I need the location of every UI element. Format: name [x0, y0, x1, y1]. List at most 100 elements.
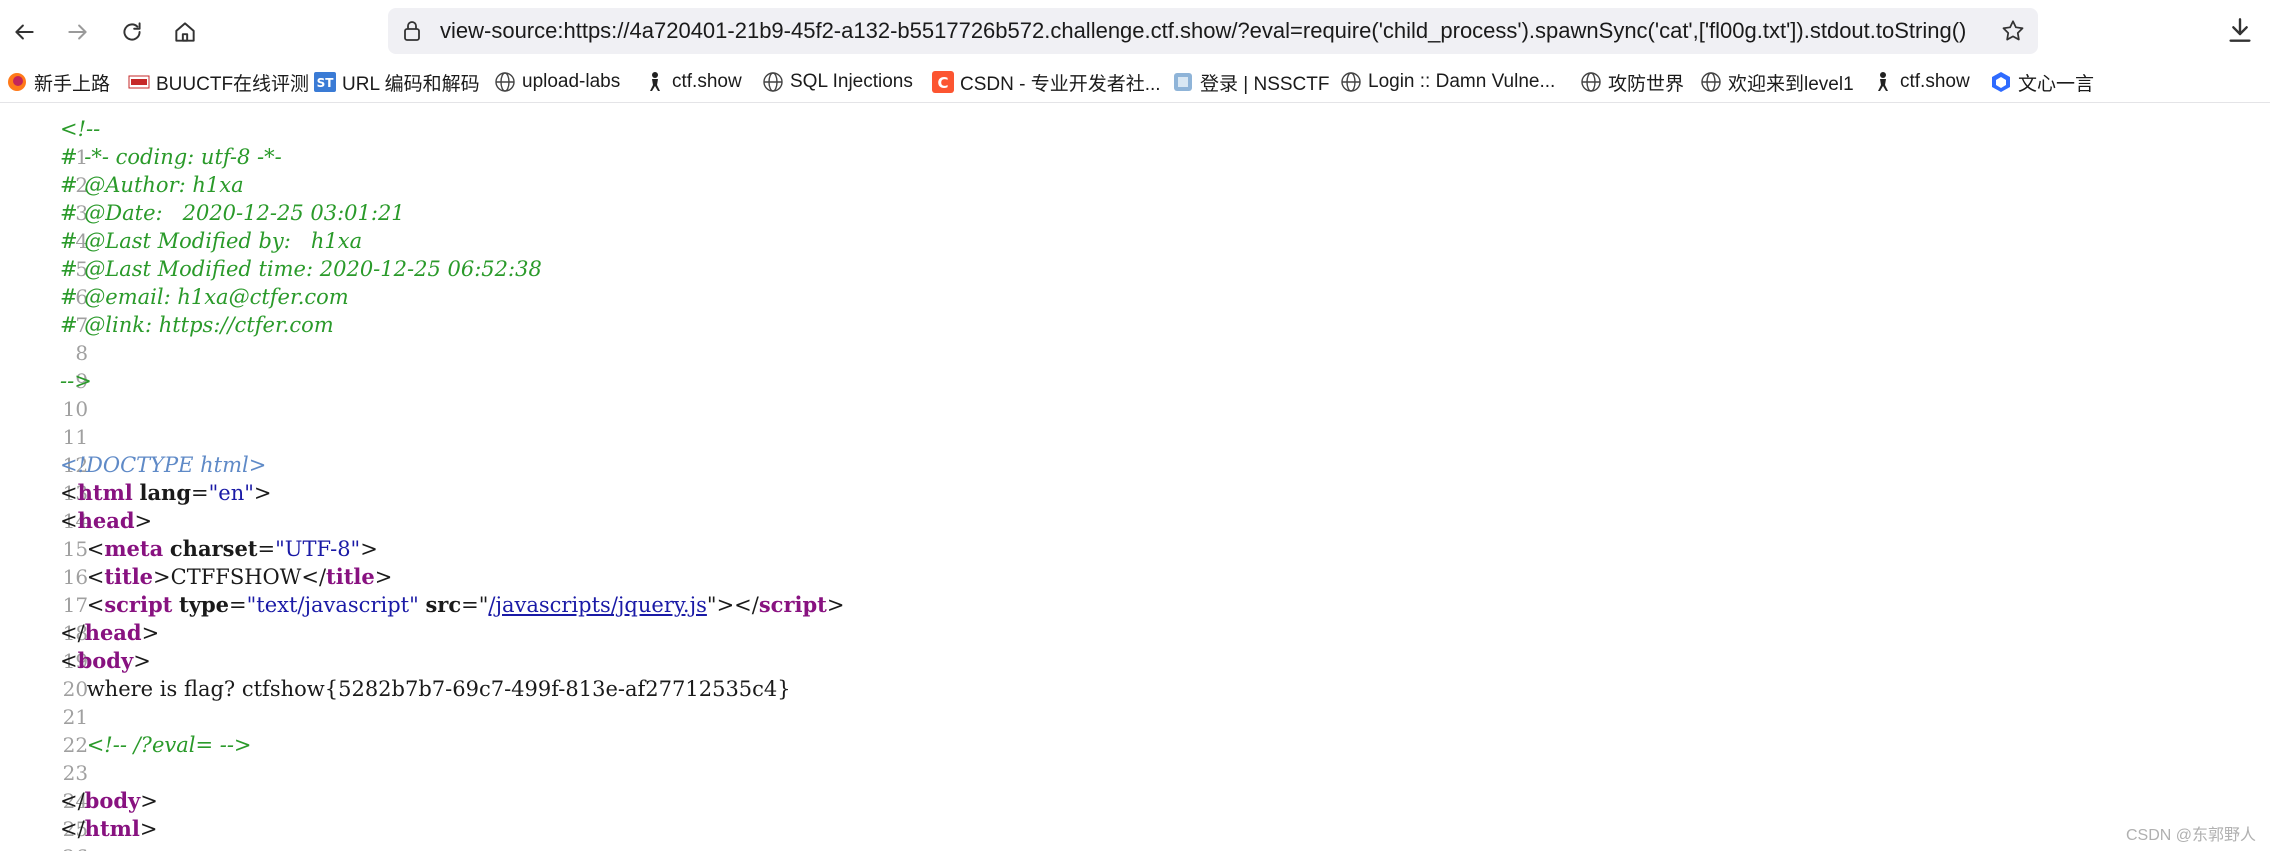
bookmark-item[interactable]: ctf.show — [1872, 62, 1970, 102]
bookmark-item[interactable]: 登录 | NSSCTF — [1172, 62, 1330, 102]
csdn-icon: C — [932, 71, 954, 93]
source-line: 6 # @Last Modified time: 2020-12-25 06:52… — [0, 255, 542, 309]
tag-name: head — [77, 508, 135, 533]
bookmark-item[interactable]: SQL Injections — [762, 62, 913, 102]
tag-name: script — [104, 592, 173, 617]
doctype-text: <!DOCTYPE html> — [60, 453, 267, 477]
tag-name: html — [84, 816, 140, 841]
source-line: 1 <!-- — [0, 115, 100, 169]
source-line: 7 # @email: h1xa@ctfer.com — [0, 283, 349, 337]
bookmark-label: URL 编码和解码 — [342, 73, 480, 95]
source-line: 26</html> — [0, 815, 157, 851]
bookmark-label: 欢迎来到level1 — [1728, 73, 1854, 95]
tag-name: script — [758, 592, 827, 617]
tag-name: title — [326, 564, 375, 589]
source-line: 24 — [0, 759, 88, 813]
comment-text: # @Last Modified time: 2020-12-25 06:52:… — [60, 257, 542, 281]
bookmark-item[interactable]: 欢迎来到level1 — [1700, 62, 1854, 102]
source-line: 8 # @link: https://ctfer.com — [0, 311, 334, 365]
flag-text: where is flag? ctfshow{5282b7b7-69c7-499… — [86, 677, 791, 701]
bookmark-star-icon[interactable] — [2000, 18, 2026, 44]
source-line: 25 </body> — [0, 787, 158, 841]
comment-text: # @Last Modified by: h1xa — [60, 229, 363, 253]
source-line: 5 # @Last Modified by: h1xa — [0, 227, 362, 281]
wenxin-icon — [1990, 71, 2012, 93]
script-src-link[interactable]: /javascripts/jquery.js — [488, 593, 707, 617]
ctfshow-icon — [644, 71, 666, 93]
attr-value: "UTF-8" — [275, 537, 361, 561]
source-line: 3 # @Author: h1xa — [0, 171, 244, 225]
svg-text:C: C — [937, 74, 948, 92]
bookmark-item[interactable]: 攻防世界 — [1580, 62, 1684, 102]
globe-icon — [494, 71, 516, 93]
download-icon[interactable] — [2224, 14, 2256, 46]
arrow-left-icon — [15, 24, 34, 40]
globe-icon — [1580, 71, 1602, 93]
forward-button[interactable] — [58, 12, 98, 52]
comment-text: # @Date: 2020-12-25 03:01:21 — [60, 201, 405, 225]
bookmark-label: Login :: Damn Vulne... — [1368, 71, 1556, 92]
bookmark-item[interactable]: upload-labs — [494, 62, 620, 102]
source-line: 9 — [0, 339, 88, 393]
bookmark-label: CSDN - 专业开发者社... — [960, 73, 1161, 95]
source-line: 2 # -*- coding: utf-8 -*- — [0, 143, 282, 197]
url-text[interactable]: view-source:https://4a720401-21b9-45f2-a… — [440, 8, 1980, 54]
url-bar[interactable]: view-source:https://4a720401-21b9-45f2-a… — [388, 8, 2038, 54]
bookmark-label: 登录 | NSSCTF — [1200, 73, 1330, 95]
lock-icon[interactable] — [400, 19, 424, 43]
bookmark-item[interactable]: Login :: Damn Vulne... — [1340, 62, 1555, 102]
home-icon — [175, 22, 195, 42]
nssctf-icon — [1172, 71, 1194, 93]
tag-name: body — [77, 648, 134, 673]
source-line: 21 where is flag? ctfshow{5282b7b7-69c7-… — [0, 675, 791, 729]
bookmark-label: BUUCTF在线评测 — [156, 73, 310, 95]
source-line: 16 <meta charset="UTF-8"> — [0, 535, 378, 589]
comment-text: <!-- — [60, 117, 101, 141]
attr-name: lang — [139, 480, 192, 505]
bookmark-item[interactable]: ctf.show — [644, 62, 742, 102]
st-icon: ST — [314, 71, 336, 93]
comment-text: --> — [60, 369, 92, 393]
attr-name: type — [179, 592, 229, 617]
back-button[interactable] — [4, 12, 44, 52]
bookmark-label: SQL Injections — [790, 71, 913, 92]
bookmark-item[interactable]: ST URL 编码和解码 — [314, 62, 480, 102]
reload-icon — [123, 22, 141, 41]
bookmark-label: 攻防世界 — [1608, 73, 1685, 95]
source-line: 23 <!-- /?eval= --> — [0, 731, 252, 785]
line-number: 26 — [40, 843, 88, 851]
bookmark-item[interactable]: C CSDN - 专业开发者社... — [932, 62, 1161, 102]
hint-comment: <!-- /?eval= --> — [86, 733, 252, 757]
bookmark-label: ctf.show — [1900, 71, 1970, 92]
ctfshow-icon — [1872, 71, 1894, 93]
globe-icon — [1340, 71, 1362, 93]
comment-text: # @link: https://ctfer.com — [60, 313, 334, 337]
bookmark-item[interactable]: 新手上路 — [6, 62, 110, 102]
source-line: 12 — [0, 423, 88, 477]
browser-window: view-source:https://4a720401-21b9-45f2-a… — [0, 0, 2270, 851]
bookmark-item[interactable]: BUUCTF在线评测 — [128, 62, 309, 102]
tag-name: html — [77, 480, 133, 505]
tag-name: title — [104, 564, 154, 589]
source-line: 14 <html lang="en"> — [0, 479, 272, 533]
arrow-right-icon — [68, 24, 87, 40]
home-button[interactable] — [165, 12, 205, 52]
source-line: 4 # @Date: 2020-12-25 03:01:21 — [0, 199, 405, 253]
attr-value: "en" — [208, 481, 254, 505]
source-line: 15 <head> — [0, 507, 152, 561]
source-view: 1 <!-- 2 # -*- coding: utf-8 -*- 3 # @Autho… — [0, 103, 2270, 851]
attr-name: charset — [169, 536, 258, 561]
bookmark-item[interactable]: 文心一言 — [1990, 62, 2094, 102]
comment-text: # @email: h1xa@ctfer.com — [60, 285, 349, 309]
source-line: 13 <!DOCTYPE html> — [0, 451, 266, 505]
source-line: 11 — [0, 395, 88, 449]
reload-button[interactable] — [112, 12, 152, 52]
attr-value: "text/javascript" — [246, 593, 419, 617]
tag-name: body — [84, 788, 141, 813]
source-line: 20 <body> — [0, 647, 151, 701]
svg-text:ST: ST — [317, 76, 335, 90]
buuctf-icon — [128, 71, 150, 93]
bookmark-label: 新手上路 — [34, 73, 111, 95]
toolbar: view-source:https://4a720401-21b9-45f2-a… — [0, 0, 2270, 62]
tag-name: meta — [104, 536, 164, 561]
